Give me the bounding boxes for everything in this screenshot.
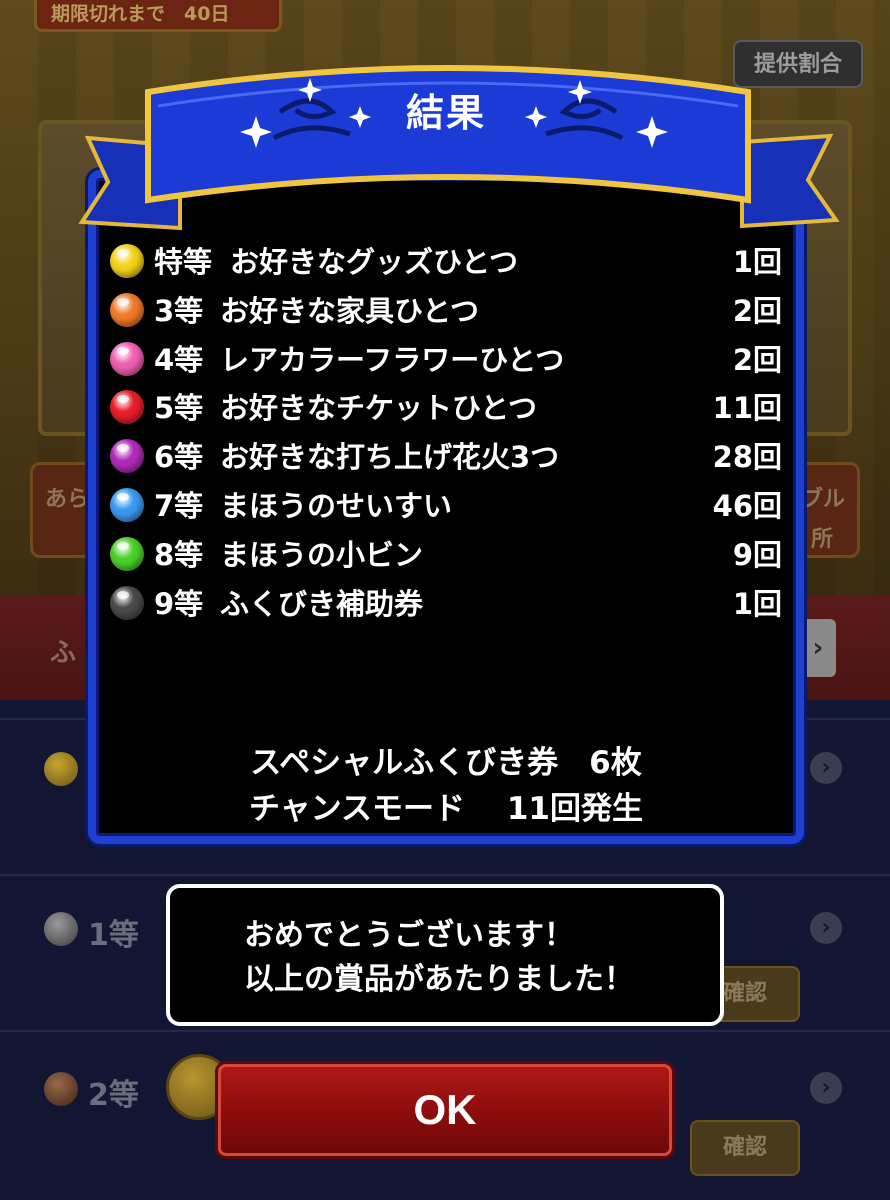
- prize-count: 2回: [732, 293, 782, 328]
- result-title: 結果: [405, 91, 486, 135]
- confirm-button[interactable]: 確認: [690, 1120, 800, 1176]
- orb-icon: [44, 752, 78, 786]
- rank-label: 2等: [88, 1078, 139, 1113]
- prize-rank: 4等: [154, 342, 204, 377]
- prize-name: まほうのせいすい: [220, 488, 453, 523]
- prize-count: 1回: [732, 586, 782, 621]
- prize-name: お好きなグッズひとつ: [230, 245, 518, 279]
- ticket-summary: スペシャルふくびき券 6枚: [250, 745, 642, 781]
- prize-row: 6等 お好きな打ち上げ花火3つ 28回: [110, 433, 782, 482]
- prize-count: 11回: [712, 391, 782, 426]
- orb-icon: [110, 487, 144, 522]
- ribbon-right-tail: [740, 133, 840, 229]
- orb-icon: [44, 912, 78, 946]
- prize-row: 8等 まほうの小ビン 9回: [110, 531, 782, 580]
- prize-count: 46回: [712, 488, 782, 523]
- orb-icon: [44, 1072, 78, 1106]
- title-ribbon: [78, 65, 840, 231]
- prize-name: レアカラーフラワーひとつ: [220, 342, 565, 377]
- result-summary: スペシャルふくびき券 6枚 チャンスモード 11回発生: [90, 740, 802, 832]
- prize-name: ふくびき補助券: [220, 586, 424, 621]
- congrats-message-box: おめでとうございます！ 以上の賞品があたりました！: [166, 884, 724, 1026]
- chance-mode-summary: チャンスモード 11回発生: [248, 791, 643, 827]
- congrats-line-2: 以上の賞品があたりました！: [244, 962, 634, 997]
- prize-count: 1回: [732, 245, 782, 279]
- lottery-bar-label: ふ: [50, 638, 77, 668]
- prize-rank: 5等: [154, 391, 204, 426]
- orb-icon: [110, 292, 144, 327]
- chevron-right-icon[interactable]: ›: [810, 1072, 842, 1104]
- prize-count: 28回: [712, 440, 782, 475]
- prize-count: 9回: [732, 537, 782, 572]
- prize-row: 特等 お好きなグッズひとつ 1回: [110, 238, 782, 287]
- prize-rank: 3等: [154, 293, 204, 328]
- orb-icon: [110, 439, 144, 474]
- prize-row: 4等 レアカラーフラワーひとつ 2回: [110, 336, 782, 385]
- deadline-label: 期限切れまで 40日: [34, 0, 282, 32]
- orb-icon: [110, 585, 144, 620]
- prize-row: 9等 ふくびき補助券 1回: [110, 580, 782, 629]
- prize-row: 7等 まほうのせいすい 46回: [110, 482, 782, 531]
- chevron-right-icon[interactable]: ›: [810, 752, 842, 784]
- prize-name: お好きな家具ひとつ: [220, 293, 479, 328]
- rank-label: 1等: [88, 918, 139, 953]
- prize-name: まほうの小ビン: [220, 537, 424, 572]
- orb-icon: [110, 390, 144, 425]
- congrats-line-1: おめでとうございます！: [244, 918, 574, 953]
- prize-count: 2回: [732, 342, 782, 377]
- prize-rank: 7等: [154, 488, 204, 523]
- prize-rank: 9等: [154, 586, 204, 621]
- prize-rank: 6等: [154, 440, 204, 475]
- chevron-right-icon[interactable]: ›: [810, 912, 842, 944]
- prize-name: お好きな打ち上げ花火3つ: [220, 440, 560, 475]
- next-arrow-button[interactable]: ›: [800, 619, 836, 677]
- prize-row: 3等 お好きな家具ひとつ 2回: [110, 287, 782, 336]
- orb-icon: [110, 536, 144, 571]
- ok-button[interactable]: OK: [218, 1064, 672, 1156]
- prize-rank: 8等: [154, 537, 204, 572]
- prize-list: 特等 お好きなグッズひとつ 1回 3等 お好きな家具ひとつ 2回 4等 レアカラ…: [110, 238, 782, 628]
- prize-row: 5等 お好きなチケットひとつ 11回: [110, 384, 782, 433]
- orb-icon: [110, 341, 144, 376]
- prize-rank: 特等: [154, 245, 213, 279]
- prize-name: お好きなチケットひとつ: [220, 391, 537, 426]
- orb-icon: [110, 244, 144, 278]
